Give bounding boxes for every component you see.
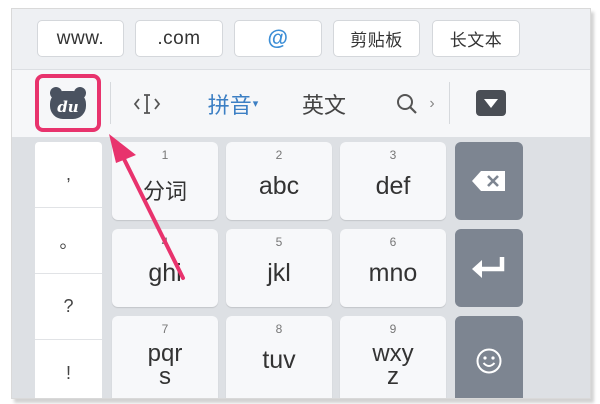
toolbar-divider [449,82,450,124]
delete-icon [472,171,505,191]
cursor-move-icon[interactable] [122,70,172,137]
key-number: 3 [389,148,397,162]
keyboard-screenshot-frame: www. .com @ 剪贴板 长文本 du 拼音 ▾ 英文 › , 。 ? !… [11,8,591,399]
key-4[interactable]: 4 ghi [112,229,218,307]
emoji-icon [476,348,502,374]
hide-keyboard-button[interactable] [476,90,506,116]
keyboard-body: , 。 ? ! 1 分词 2 abc 3 def 4 ghi 5 jkl 6 m… [12,137,590,398]
key-5[interactable]: 5 jkl [226,229,332,307]
svg-text:du: du [57,98,78,116]
key-number: 8 [275,322,283,336]
key-label: mno [368,259,418,287]
key-1[interactable]: 1 分词 [112,142,218,220]
key-label-line2: z [387,363,399,390]
key-2[interactable]: 2 abc [226,142,332,220]
delete-button[interactable] [455,142,523,220]
shortcut-dotcom-button[interactable]: .com [135,20,223,57]
shortcut-www-button[interactable]: www. [37,20,124,57]
key-7[interactable]: 7 pqr s [112,316,218,398]
key-label: def [375,172,411,200]
key-6[interactable]: 6 mno [340,229,446,307]
baidu-logo-highlight[interactable]: du [35,74,101,132]
enter-icon [472,257,505,278]
english-mode-button[interactable]: 英文 [294,70,354,137]
key-number: 9 [389,322,397,336]
english-label: 英文 [301,93,346,119]
key-number: 4 [161,235,169,249]
key-9[interactable]: 9 wxy z [340,316,446,398]
emoji-button[interactable] [455,316,523,398]
key-label: tuv [262,346,296,374]
baidu-du-icon: du [50,87,86,119]
key-number: 6 [389,235,397,249]
key-label: 分词 [142,180,187,205]
key-8[interactable]: 8 tuv [226,316,332,398]
symbol-key-comma[interactable]: , [35,142,102,208]
enter-button[interactable] [455,229,523,307]
key-label: wxy z [340,342,446,390]
shortcut-long-text-button[interactable]: 长文本 [432,20,520,57]
pinyin-label: 拼音 [207,93,252,119]
toolbar-divider [110,82,111,124]
search-icon[interactable] [390,70,424,137]
more-chevron-icon[interactable]: › [424,70,440,137]
key-number: 2 [275,148,283,162]
key-label: jkl [267,259,291,287]
symbol-key-period[interactable]: 。 [35,208,102,274]
shortcut-at-button[interactable]: @ [234,20,322,57]
key-3[interactable]: 3 def [340,142,446,220]
key-label: ghi [148,259,182,287]
chevron-down-icon: ▾ [252,97,259,110]
symbol-key-exclamation[interactable]: ! [35,340,102,398]
shortcut-bar: www. .com @ 剪贴板 长文本 [12,9,590,70]
triangle-down-icon [484,98,498,108]
key-number: 5 [275,235,283,249]
key-label: abc [258,172,300,200]
keyboard-toolbar: du 拼音 ▾ 英文 › [12,70,590,137]
key-label: pqr s [112,342,218,390]
symbol-column: , 。 ? ! [35,142,102,398]
symbol-key-question[interactable]: ? [35,274,102,340]
key-label-line2: s [159,363,171,390]
key-number: 1 [161,148,169,162]
key-number: 7 [161,322,169,336]
pinyin-mode-button[interactable]: 拼音 ▾ [199,70,267,137]
shortcut-clipboard-button[interactable]: 剪贴板 [333,20,420,57]
